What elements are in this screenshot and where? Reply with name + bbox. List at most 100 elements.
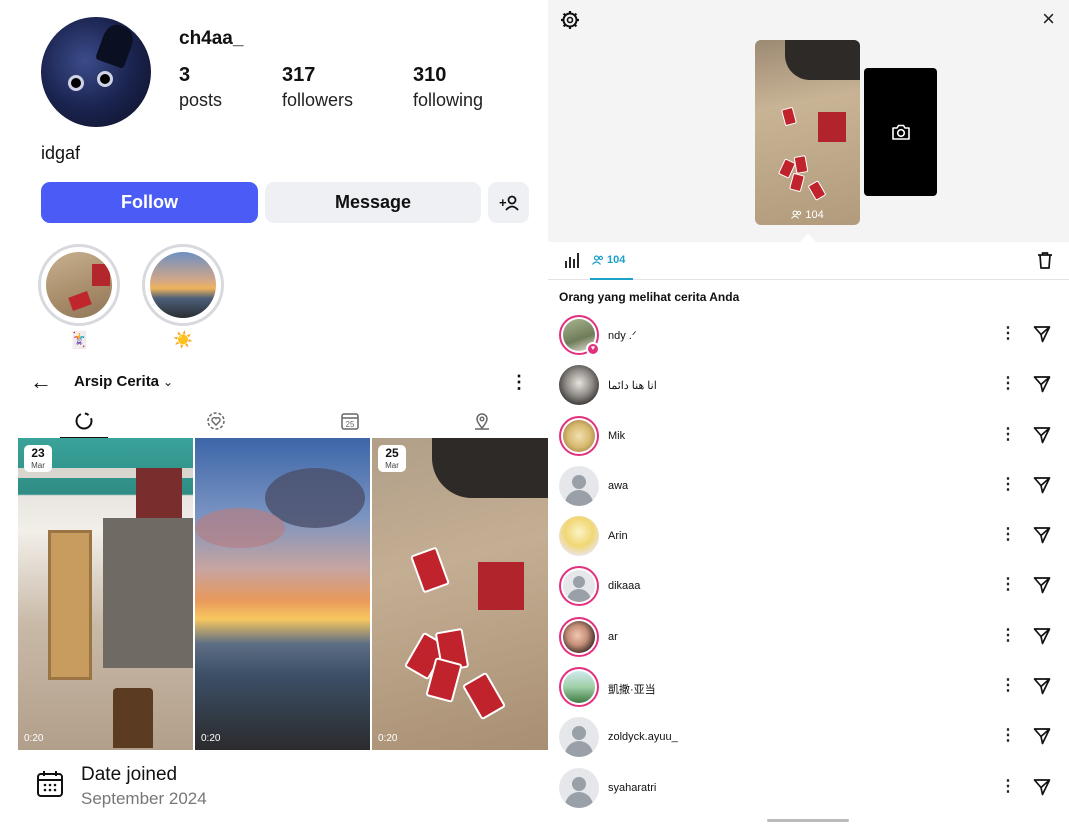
more-options-icon[interactable]: ⋮ [1000,776,1016,796]
calendar-icon: 25 [341,413,359,430]
send-message-icon[interactable] [1033,778,1051,796]
more-options-icon[interactable]: ⋮ [1000,373,1016,393]
add-person-icon: + [499,195,519,211]
tile-scene-shape [48,530,92,680]
avatar-photo [563,671,595,704]
tile-scene-shape [136,468,182,518]
story-view-count-value: 104 [805,209,824,221]
following-label: following [413,90,484,110]
viewer-tabs: 104 [548,242,1069,280]
viewer-row[interactable]: Arin ⋮ [548,510,1069,560]
highlight-1[interactable]: 🃏 [38,244,120,350]
back-arrow-icon[interactable]: ← [30,371,52,393]
tab-memories[interactable] [192,408,240,434]
settings-gear-icon[interactable] [560,10,580,30]
tab-calendar[interactable]: 25 [326,408,374,434]
viewer-row[interactable]: dikaaa ⋮ [548,560,1069,610]
viewers-icon [791,210,802,219]
viewer-avatar[interactable] [559,566,599,607]
default-avatar-shape [567,589,591,603]
send-message-icon[interactable] [1033,677,1051,695]
video-duration: 0:20 [378,733,398,744]
chevron-down-icon: ⌄ [163,375,174,389]
more-options-icon[interactable]: ⋮ [510,372,528,393]
profile-avatar[interactable] [41,17,151,127]
close-icon[interactable]: × [1042,8,1055,30]
more-options-icon[interactable]: ⋮ [1000,474,1016,494]
highlight-cover [46,252,112,318]
send-message-icon[interactable] [1033,627,1051,645]
send-message-icon[interactable] [1033,576,1051,594]
more-options-icon[interactable]: ⋮ [1000,524,1016,544]
tile-card-shape [461,671,507,721]
active-tab-indicator [590,278,633,280]
tile-scene-shape [432,438,548,498]
send-message-icon[interactable] [1033,325,1051,343]
stat-posts[interactable]: 3 posts [179,64,222,111]
profile-bio: idgaf [41,143,81,163]
more-options-icon[interactable]: ⋮ [1000,675,1016,695]
send-message-icon[interactable] [1033,426,1051,444]
viewer-row[interactable]: awa ⋮ [548,460,1069,510]
story-thumbnail[interactable]: 104 [755,40,860,225]
message-button[interactable]: Message [265,182,481,223]
more-options-icon[interactable]: ⋮ [1000,725,1016,745]
viewer-username: awa [608,479,629,492]
calendar-icon [37,771,63,797]
archive-header: ← Arsip Cerita ⌄ ⋮ [18,368,548,400]
follow-button[interactable]: Follow [41,182,258,223]
viewer-avatar[interactable] [559,365,599,406]
viewer-username: ar [608,630,618,643]
tile-scene-shape [113,688,153,748]
insights-bar-chart-icon[interactable] [564,252,580,268]
archive-tile-3[interactable]: 25 Mar 0:20 [372,438,548,750]
viewer-avatar[interactable]: ♥ [559,315,600,356]
highlight-ring [142,244,224,326]
trash-icon[interactable] [1037,251,1053,269]
send-message-icon[interactable] [1033,375,1051,393]
stat-following[interactable]: 310 following [413,64,483,111]
more-options-icon[interactable]: ⋮ [1000,424,1016,444]
viewer-username: dikaaa [608,580,641,593]
story-view-count: 104 [755,209,860,221]
viewer-avatar[interactable] [559,465,599,506]
stat-followers[interactable]: 317 followers [282,64,353,111]
viewer-avatar[interactable] [559,667,599,708]
send-message-icon[interactable] [1033,476,1051,494]
tab-stories[interactable] [60,408,108,434]
more-options-icon[interactable]: ⋮ [1000,625,1016,645]
more-options-icon[interactable]: ⋮ [1000,323,1016,343]
viewer-row[interactable]: 凱撒·亚当 ⋮ [548,661,1069,711]
send-message-icon[interactable] [1033,526,1051,544]
archive-title-dropdown[interactable]: Arsip Cerita ⌄ [74,373,173,390]
viewer-row[interactable]: ♥ ndy .ᐟ ⋮ [548,309,1069,359]
viewer-avatar[interactable] [559,767,599,808]
send-message-icon[interactable] [1033,727,1051,745]
archive-tile-1[interactable]: 23 Mar 0:20 [18,438,193,750]
viewer-row[interactable]: zoldyck.ayuu_ ⋮ [548,711,1069,761]
add-story-camera[interactable] [864,68,937,196]
suggest-users-button[interactable]: + [488,182,529,223]
viewer-avatar[interactable] [559,516,599,557]
viewer-username: Mik [608,429,626,442]
default-avatar-shape [565,791,593,808]
followers-count: 317 [282,64,316,86]
highlight-2[interactable]: ☀️ [142,244,224,350]
viewer-avatar[interactable] [559,415,599,456]
tab-location[interactable] [458,408,506,434]
home-indicator[interactable] [767,819,849,822]
viewers-list: ♥ ndy .ᐟ ⋮ انا هنا دائما ⋮ Mik ⋮ awa ⋮ A… [548,309,1069,812]
tab-viewers[interactable]: 104 [592,254,625,266]
viewer-row[interactable]: syaharatri ⋮ [548,762,1069,812]
story-card-shape [793,155,809,174]
selected-story-pointer [800,234,816,242]
date-day: 25 [385,446,399,460]
viewer-avatar[interactable] [559,616,599,657]
following-count: 310 [413,64,447,86]
viewer-row[interactable]: انا هنا دائما ⋮ [548,359,1069,409]
viewer-avatar[interactable] [559,717,599,758]
archive-tile-2[interactable]: 0:20 [195,438,370,750]
more-options-icon[interactable]: ⋮ [1000,574,1016,594]
viewer-row[interactable]: Mik ⋮ [548,410,1069,460]
viewer-row[interactable]: ar ⋮ [548,611,1069,661]
